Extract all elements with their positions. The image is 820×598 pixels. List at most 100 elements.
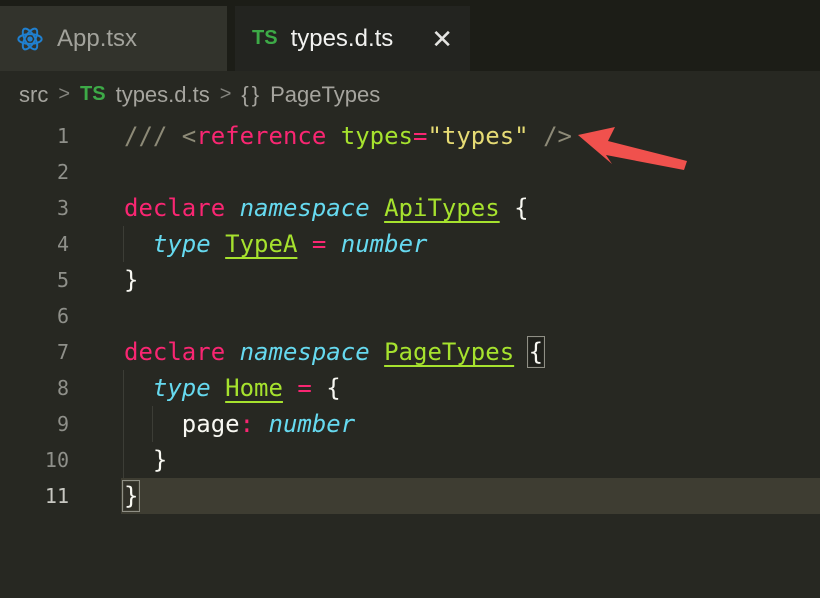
chevron-right-icon: > xyxy=(58,83,70,106)
breadcrumb-label: PageTypes xyxy=(270,82,380,108)
breadcrumb-label: src xyxy=(19,82,48,108)
code-token: TypeA xyxy=(225,230,297,258)
breadcrumb-item-src[interactable]: src xyxy=(19,82,48,108)
code-line-content[interactable]: type Home = { xyxy=(121,370,820,406)
typescript-icon: TS xyxy=(252,27,278,50)
line-number[interactable]: 8 xyxy=(0,370,121,406)
code-token: type xyxy=(153,374,211,402)
indent-guide xyxy=(123,226,124,262)
code-token xyxy=(225,338,239,366)
code-token xyxy=(297,230,311,258)
code-token xyxy=(124,374,153,402)
code-line: 3declare namespace ApiTypes { xyxy=(0,190,820,226)
breadcrumb-label: types.d.ts xyxy=(116,82,210,108)
code-token: types xyxy=(341,122,413,150)
line-number[interactable]: 7 xyxy=(0,334,121,370)
code-line: 5} xyxy=(0,262,820,298)
code-token xyxy=(514,338,528,366)
code-line-content[interactable]: } xyxy=(121,442,820,478)
line-number[interactable]: 6 xyxy=(0,298,121,334)
react-icon xyxy=(16,26,44,52)
code-token xyxy=(370,338,384,366)
code-line-content[interactable]: } xyxy=(121,262,820,298)
vscode-window: App.tsx TS types.d.ts ✕ src > TS types.d.ts > {}… xyxy=(0,0,820,514)
code-token: number xyxy=(269,410,356,438)
code-token: /> xyxy=(543,122,572,150)
code-line-content[interactable] xyxy=(121,154,820,190)
tab-App.tsx[interactable]: App.tsx xyxy=(0,6,227,71)
code-line: 11} xyxy=(0,478,820,514)
code-line-content[interactable] xyxy=(121,298,820,334)
line-number[interactable]: 9 xyxy=(0,406,121,442)
tab-types.d.ts[interactable]: TS types.d.ts ✕ xyxy=(235,6,470,71)
braces-symbol-icon: {} xyxy=(241,82,262,108)
line-number[interactable]: 1 xyxy=(0,118,121,154)
line-number[interactable]: 3 xyxy=(0,190,121,226)
code-line-content[interactable]: declare namespace PageTypes { xyxy=(121,334,820,370)
breadcrumb-item-types.d.ts[interactable]: TS types.d.ts xyxy=(80,82,210,108)
code-token xyxy=(283,374,297,402)
typescript-icon: TS xyxy=(80,83,106,106)
code-line: 8 type Home = { xyxy=(0,370,820,406)
code-token: number xyxy=(341,230,428,258)
code-editor[interactable]: 1/// <reference types="types" />23declar… xyxy=(0,118,820,514)
code-token xyxy=(326,230,340,258)
code-token: { xyxy=(312,374,341,402)
indent-guide xyxy=(123,370,124,406)
code-line: 9 page: number xyxy=(0,406,820,442)
code-token: { xyxy=(500,194,529,222)
close-icon[interactable]: ✕ xyxy=(431,26,453,52)
code-token: PageTypes xyxy=(384,338,514,366)
code-token: } xyxy=(124,266,138,294)
code-token xyxy=(124,230,153,258)
line-number[interactable]: 4 xyxy=(0,226,121,262)
code-line-content[interactable]: } xyxy=(121,478,820,514)
tab-label: types.d.ts xyxy=(291,25,394,53)
chevron-right-icon: > xyxy=(220,83,232,106)
bracket-match: { xyxy=(529,338,543,366)
code-token xyxy=(211,230,225,258)
code-line: 1/// <reference types="types" /> xyxy=(0,118,820,154)
code-token: reference xyxy=(196,122,326,150)
tab-label: App.tsx xyxy=(57,25,137,53)
code-line: 6 xyxy=(0,298,820,334)
code-token: page xyxy=(182,410,240,438)
code-token: = xyxy=(413,122,427,150)
line-number[interactable]: 5 xyxy=(0,262,121,298)
indent-guide xyxy=(123,406,124,442)
code-token: type xyxy=(153,230,211,258)
code-token xyxy=(254,410,268,438)
code-token: /// < xyxy=(124,122,196,150)
code-token xyxy=(370,194,384,222)
code-token: namespace xyxy=(240,338,370,366)
code-token: declare xyxy=(124,338,225,366)
code-token: Home xyxy=(225,374,283,402)
code-token: "types" xyxy=(427,122,528,150)
line-number[interactable]: 11 xyxy=(0,478,121,514)
code-token: = xyxy=(297,374,311,402)
code-line: 2 xyxy=(0,154,820,190)
indent-guide xyxy=(123,442,124,478)
code-line-content[interactable]: declare namespace ApiTypes { xyxy=(121,190,820,226)
code-line-content[interactable]: page: number xyxy=(121,406,820,442)
code-token xyxy=(529,122,543,150)
indent-guide xyxy=(152,406,153,442)
tab-bar: App.tsx TS types.d.ts ✕ xyxy=(0,0,820,71)
code-token xyxy=(326,122,340,150)
code-token: ApiTypes xyxy=(384,194,500,222)
line-number[interactable]: 2 xyxy=(0,154,121,190)
code-line: 4 type TypeA = number xyxy=(0,226,820,262)
code-line-content[interactable]: /// <reference types="types" /> xyxy=(121,118,820,154)
bracket-match: } xyxy=(124,482,138,510)
code-line-content[interactable]: type TypeA = number xyxy=(121,226,820,262)
code-token: } xyxy=(124,446,167,474)
breadcrumb: src > TS types.d.ts > {} PageTypes xyxy=(0,71,820,118)
code-token xyxy=(225,194,239,222)
code-line: 10 } xyxy=(0,442,820,478)
line-number[interactable]: 10 xyxy=(0,442,121,478)
code-token: : xyxy=(240,410,254,438)
breadcrumb-item-PageTypes[interactable]: {} PageTypes xyxy=(241,82,380,108)
code-line: 7declare namespace PageTypes { xyxy=(0,334,820,370)
code-token: declare xyxy=(124,194,225,222)
code-token: = xyxy=(312,230,326,258)
